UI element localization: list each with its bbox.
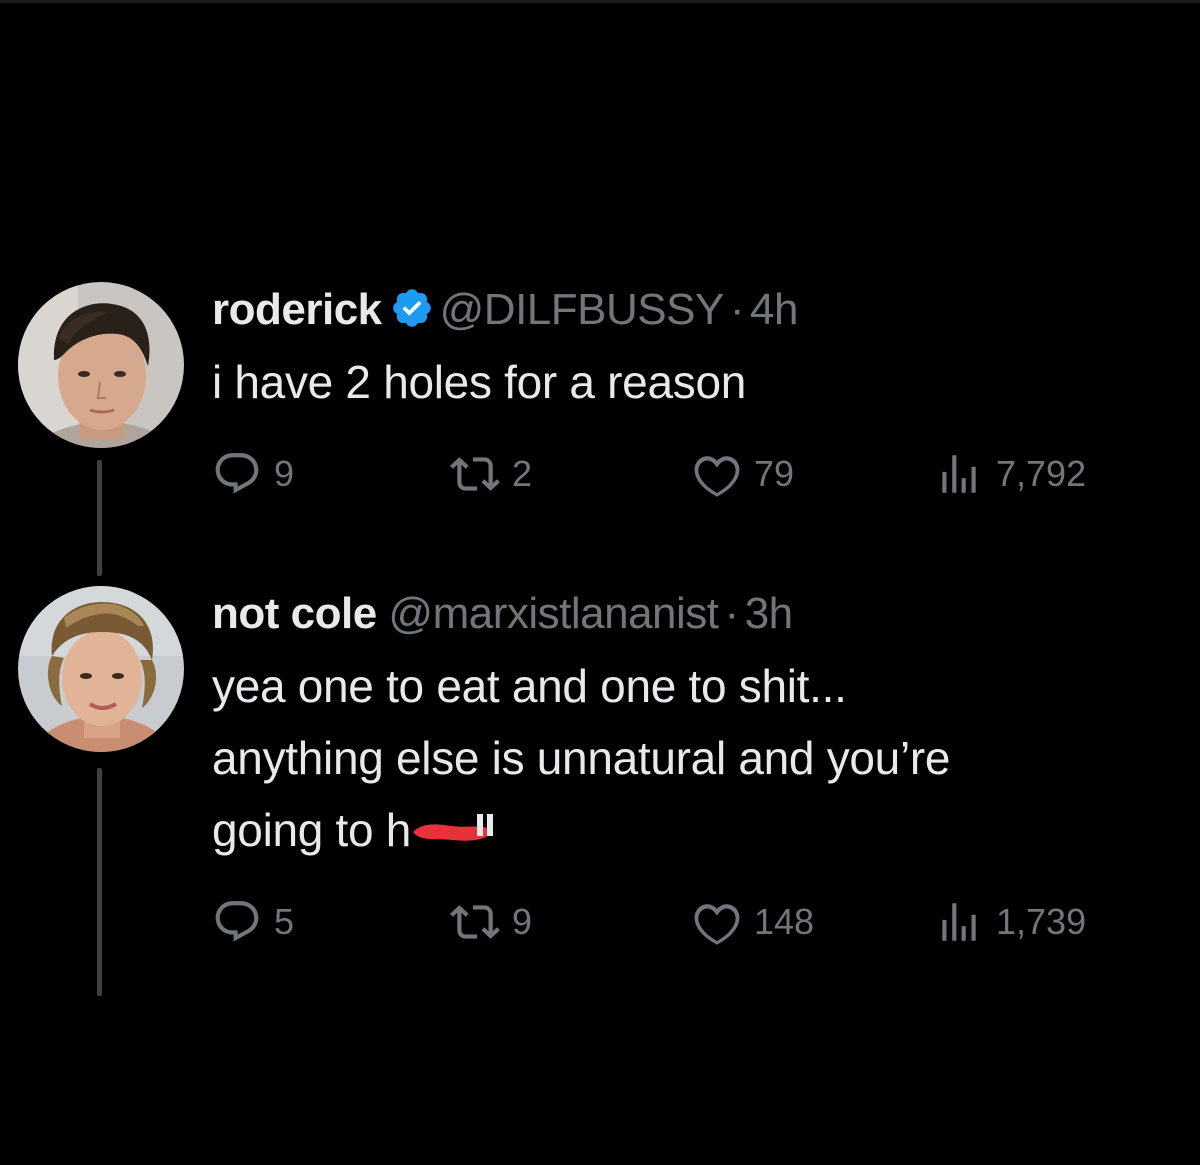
display-name[interactable]: not cole <box>212 589 377 638</box>
like-count: 148 <box>754 901 815 942</box>
heart-icon <box>694 456 740 497</box>
tweet-text-fragment: going to h <box>212 804 412 856</box>
handle[interactable]: @marxistlananist <box>388 589 719 638</box>
reply-icon <box>215 901 259 942</box>
views-button[interactable]: 7,792 <box>934 450 1086 498</box>
top-edge <box>0 0 1200 3</box>
tweet-text: yea one to eat and one to shit... anythi… <box>212 650 950 866</box>
like-button[interactable]: 148 <box>692 898 814 946</box>
thread-line <box>97 460 102 576</box>
heart-icon <box>694 904 740 945</box>
action-bar: 9 2 79 7,792 <box>212 450 1162 498</box>
views-count: 1,739 <box>996 901 1087 942</box>
retweet-icon <box>450 905 500 939</box>
timestamp[interactable]: 4h <box>750 285 798 334</box>
display-name[interactable]: roderick <box>212 285 382 334</box>
tweet-text-line: anything else is unnatural and you’re <box>212 732 951 784</box>
avatar-roderick[interactable] <box>18 282 184 448</box>
tweet-text: i have 2 holes for a reason <box>212 346 746 418</box>
retweet-icon <box>450 457 500 491</box>
like-count: 79 <box>754 453 795 494</box>
retweet-count: 9 <box>512 901 533 942</box>
reply-count: 9 <box>274 453 295 494</box>
reply-icon <box>215 453 259 494</box>
tweet-header: roderick @DILFBUSSY · 4h <box>212 284 798 336</box>
action-bar: 5 9 148 1,739 <box>212 898 1162 946</box>
redaction-scribble-shape <box>413 814 494 841</box>
reply-button[interactable]: 5 <box>212 898 294 946</box>
retweet-button[interactable]: 9 <box>450 898 532 946</box>
timestamp[interactable]: 3h <box>745 589 793 638</box>
verified-badge-icon <box>392 289 431 327</box>
retweet-count: 2 <box>512 453 533 494</box>
tweet-text-line: i have 2 holes for a reason <box>212 356 747 408</box>
views-icon <box>942 455 976 493</box>
thread-line <box>97 768 102 996</box>
tweet-text-line-last: going to h <box>212 794 950 866</box>
retweet-button[interactable]: 2 <box>450 450 532 498</box>
separator-dot: · <box>729 285 745 334</box>
like-button[interactable]: 79 <box>692 450 794 498</box>
handle[interactable]: @DILFBUSSY <box>440 285 725 334</box>
reply-count: 5 <box>274 901 295 942</box>
views-icon <box>942 903 976 941</box>
views-button[interactable]: 1,739 <box>934 898 1086 946</box>
tweet-text-line: yea one to eat and one to shit... <box>212 660 847 712</box>
avatar-not-cole[interactable] <box>18 586 184 752</box>
separator-dot: · <box>724 589 740 638</box>
views-count: 7,792 <box>996 453 1087 494</box>
tweet-header: not cole @marxistlananist · 3h <box>212 588 793 640</box>
redaction-scribble <box>411 798 495 841</box>
reply-button[interactable]: 9 <box>212 450 294 498</box>
